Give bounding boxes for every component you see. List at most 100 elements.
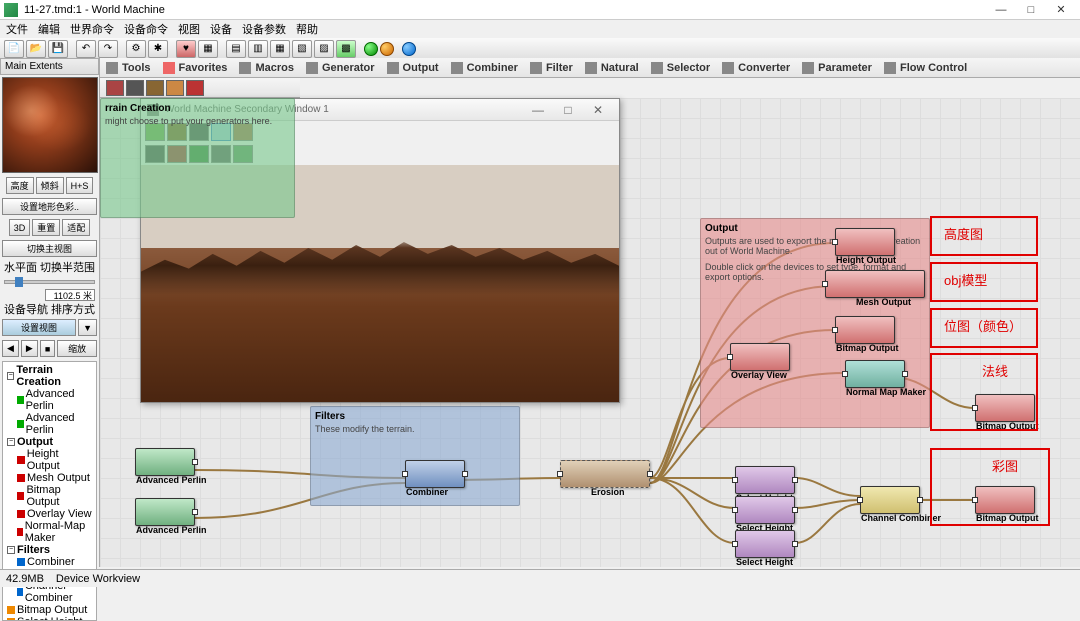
node-select-height-2[interactable]: Select Height (735, 496, 795, 524)
left-panel: Main Extents 高度 倾斜 H+S 设置地形色彩.. 3D 重置 适配… (0, 58, 100, 567)
tree-normal[interactable]: Normal-Map Maker (25, 520, 92, 544)
cat-flow[interactable]: Flow Control (884, 62, 967, 74)
subtool1-icon[interactable] (106, 80, 124, 96)
menu-view[interactable]: 视图 (178, 21, 200, 37)
tree-adv-perlin1[interactable]: Advanced Perlin (26, 388, 92, 412)
menu-edit[interactable]: 编辑 (38, 21, 60, 37)
sub-toolbar (100, 78, 300, 98)
sec-minimize-button[interactable]: — (523, 103, 553, 117)
redo-icon[interactable]: ↷ (98, 40, 118, 58)
node-overlay-view[interactable]: Overlay View (730, 343, 790, 371)
terrain-preview[interactable] (2, 77, 98, 173)
nav-prev-button[interactable]: ▼ (78, 319, 97, 336)
node-select-height-1[interactable]: Select Height (735, 466, 795, 494)
node-combiner[interactable]: Combiner (405, 460, 465, 488)
tool-icon[interactable]: ⚙ (126, 40, 146, 58)
maximize-button[interactable]: □ (1016, 1, 1046, 19)
zoom-tab[interactable]: 缩放 (57, 340, 97, 357)
cat-selector[interactable]: Selector (651, 62, 710, 74)
tree-mesh-out[interactable]: Mesh Output (27, 472, 90, 484)
color-settings-button[interactable]: 设置地形色彩.. (2, 198, 97, 215)
layout2-icon[interactable]: ▥ (248, 40, 268, 58)
slope-mode-button[interactable]: 倾斜 (36, 177, 64, 194)
reset-button[interactable]: 重置 (32, 219, 60, 236)
nav-play-button[interactable]: ▶ (21, 340, 38, 357)
tree-height-out[interactable]: Height Output (27, 448, 92, 472)
tree-bitmap-out2[interactable]: Bitmap Output (17, 604, 87, 616)
tree-overlay[interactable]: Overlay View (27, 508, 92, 520)
nav-stop-button[interactable]: ■ (40, 340, 55, 357)
cat-combiner[interactable]: Combiner (451, 62, 518, 74)
value-input[interactable] (45, 289, 95, 301)
layout5-icon[interactable]: ▨ (314, 40, 334, 58)
undo-icon[interactable]: ↶ (76, 40, 96, 58)
new-icon[interactable]: 📄 (4, 40, 24, 58)
node-erosion[interactable]: Erosion (560, 460, 650, 488)
nav-first-button[interactable]: ◀ (2, 340, 19, 357)
menu-help[interactable]: 帮助 (296, 21, 318, 37)
subtool3-icon[interactable] (146, 80, 164, 96)
cat-natural[interactable]: Natural (585, 62, 639, 74)
cat-output[interactable]: Output (387, 62, 439, 74)
plane-slider[interactable] (4, 280, 95, 284)
settings-view-tab[interactable]: 设置视图 (2, 319, 76, 336)
sec-close-button[interactable]: ✕ (583, 103, 613, 117)
close-button[interactable]: ✕ (1046, 1, 1076, 19)
node-advanced-perlin-1[interactable]: Advanced Perlin (135, 448, 195, 476)
heart-icon[interactable]: ♥ (176, 40, 196, 58)
cat-filter[interactable]: Filter (530, 62, 573, 74)
tree-terrain-creation[interactable]: Terrain Creation (16, 364, 92, 388)
node-channel-combiner[interactable]: Channel Combiner (860, 486, 920, 514)
node-select-height-3[interactable]: Select Height (735, 530, 795, 558)
cat-tools[interactable]: Tools (106, 62, 151, 74)
height-mode-button[interactable]: 高度 (6, 177, 34, 194)
fit-button[interactable]: 适配 (62, 219, 90, 236)
hs-mode-button[interactable]: H+S (66, 177, 94, 194)
node-normal-map[interactable]: Normal Map Maker (845, 360, 905, 388)
tree-output[interactable]: Output (17, 436, 53, 448)
subtool4-icon[interactable] (166, 80, 184, 96)
3d-button[interactable]: 3D (9, 219, 31, 236)
tree-adv-perlin2[interactable]: Advanced Perlin (26, 412, 92, 436)
layout1-icon[interactable]: ▤ (226, 40, 246, 58)
menu-world[interactable]: 世界命令 (70, 21, 114, 37)
node-height-output[interactable]: Height Output (835, 228, 895, 256)
layout4-icon[interactable]: ▧ (292, 40, 312, 58)
cat-generator[interactable]: Generator (306, 62, 375, 74)
open-icon[interactable]: 📂 (26, 40, 46, 58)
layout6-icon[interactable]: ▩ (336, 40, 356, 58)
switch-view-button[interactable]: 切换主视图 (2, 240, 97, 257)
layout3-icon[interactable]: ▦ (270, 40, 290, 58)
tree-sel-h1[interactable]: Select Height (17, 616, 82, 621)
nav-label: 设备导航 (4, 301, 48, 317)
subtool2-icon[interactable] (126, 80, 144, 96)
sec-maximize-button[interactable]: □ (553, 103, 583, 117)
annotation-normal: 法线 (930, 353, 1038, 431)
minimize-button[interactable]: — (986, 1, 1016, 19)
menu-device[interactable]: 设备命令 (124, 21, 168, 37)
cat-converter[interactable]: Converter (722, 62, 790, 74)
menu-file[interactable]: 文件 (6, 21, 28, 37)
save-icon[interactable]: 💾 (48, 40, 68, 58)
group-desc-terrain: might choose to put your generators here… (105, 116, 290, 126)
app-icon (4, 3, 18, 17)
gear-icon[interactable]: ✱ (148, 40, 168, 58)
node-bitmap-output-1[interactable]: Bitmap Output (835, 316, 895, 344)
node-advanced-perlin-2[interactable]: Advanced Perlin (135, 498, 195, 526)
tree-bitmap-out[interactable]: Bitmap Output (26, 484, 92, 508)
build-green-icon[interactable] (364, 42, 378, 56)
build-orange-icon[interactable] (380, 42, 394, 56)
node-workspace[interactable]: World Machine Secondary Window 1 — □ ✕ r… (100, 98, 1080, 567)
grid-icon[interactable]: ▦ (198, 40, 218, 58)
group-terrain-creation[interactable]: rrain Creation might choose to put your … (100, 98, 295, 218)
node-mesh-output[interactable]: Mesh Output (825, 270, 925, 298)
tree-filters[interactable]: Filters (17, 544, 50, 556)
menu-params[interactable]: 设备参数 (242, 21, 286, 37)
cat-favorites[interactable]: Favorites (163, 62, 228, 74)
menu-devices[interactable]: 设备 (210, 21, 232, 37)
cat-parameter[interactable]: Parameter (802, 62, 872, 74)
build-blue-icon[interactable] (402, 42, 416, 56)
subtool5-icon[interactable] (186, 80, 204, 96)
cat-macros[interactable]: Macros (239, 62, 294, 74)
tree-combiner[interactable]: Combiner (27, 556, 75, 568)
